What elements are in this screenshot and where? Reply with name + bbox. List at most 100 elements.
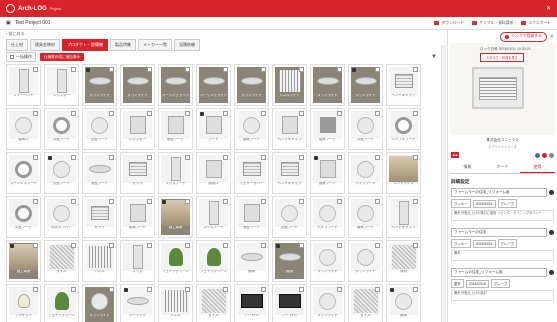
delete-icon[interactable] xyxy=(549,270,554,275)
select-checkbox[interactable] xyxy=(71,111,76,116)
select-checkbox[interactable] xyxy=(71,199,76,204)
select-checkbox[interactable] xyxy=(109,111,114,116)
register-button[interactable]: シックで登録する xyxy=(500,31,547,42)
select-checkbox[interactable] xyxy=(147,67,152,72)
product-card[interactable]: シーリングライト xyxy=(196,64,231,106)
product-card[interactable]: エントランス xyxy=(386,152,421,194)
select-checkbox[interactable] xyxy=(147,199,152,204)
panel-tab-0[interactable]: 情報 xyxy=(450,162,485,173)
select-checkbox[interactable] xyxy=(223,287,228,292)
entry-select-3[interactable]: グレープ xyxy=(490,279,511,288)
select-checkbox[interactable] xyxy=(147,111,152,116)
panel-tab-1[interactable]: ボード xyxy=(485,162,520,173)
tab-4[interactable]: メーカー一覧 xyxy=(138,39,172,51)
product-card[interactable]: 施工事例 xyxy=(158,196,193,238)
select-checkbox[interactable] xyxy=(375,67,380,72)
select-checkbox[interactable] xyxy=(147,155,152,160)
select-checkbox[interactable] xyxy=(299,287,304,292)
select-checkbox[interactable] xyxy=(223,111,228,116)
select-checkbox[interactable] xyxy=(299,199,304,204)
select-checkbox[interactable] xyxy=(337,67,342,72)
product-card[interactable]: 換気口 xyxy=(6,108,41,150)
product-card[interactable]: ブラケット xyxy=(6,284,41,322)
product-card[interactable]: 深型フード xyxy=(82,152,117,194)
product-card[interactable]: タイル xyxy=(196,284,231,322)
product-card[interactable]: ダウンライト xyxy=(310,284,345,322)
product-card[interactable]: 換気フード xyxy=(348,196,383,238)
product-card[interactable]: スリム xyxy=(120,240,155,282)
entry-select-1[interactable]: ラッキー xyxy=(451,199,471,208)
entry-note-field[interactable]: 備考 外壁仕上げの検討に使用 リビング・ダイニングのベント xyxy=(451,210,554,221)
product-card[interactable]: タイル xyxy=(44,240,79,282)
product-card[interactable]: ノートPC xyxy=(234,284,269,322)
product-card[interactable]: 丸型フード xyxy=(44,152,79,194)
product-card[interactable]: レジスター xyxy=(120,108,155,150)
product-card[interactable]: 床材 xyxy=(386,240,421,282)
select-checkbox[interactable] xyxy=(109,67,114,72)
select-checkbox[interactable] xyxy=(109,243,114,248)
product-card[interactable]: 丸型フード xyxy=(82,108,117,150)
product-card[interactable]: 防火ダンパー xyxy=(44,196,79,238)
product-card[interactable]: 深型フード xyxy=(234,196,269,238)
entry-select-1[interactable]: ラッキー xyxy=(451,239,471,248)
product-card[interactable]: 丸型フード xyxy=(6,196,41,238)
entry-select-3[interactable]: グレープ xyxy=(497,199,517,208)
product-card[interactable]: 換気口 xyxy=(196,152,231,194)
select-checkbox[interactable] xyxy=(299,67,304,72)
product-card[interactable]: パイプフード xyxy=(348,152,383,194)
select-checkbox[interactable] xyxy=(147,287,152,292)
select-checkbox[interactable] xyxy=(261,287,266,292)
select-checkbox[interactable] xyxy=(413,287,418,292)
product-card[interactable]: ガラリ xyxy=(120,152,155,194)
select-checkbox[interactable] xyxy=(299,243,304,248)
product-card[interactable]: ダウンライト xyxy=(120,64,155,106)
select-checkbox[interactable] xyxy=(375,155,380,160)
product-card[interactable]: ダウンライト xyxy=(348,64,383,106)
select-checkbox[interactable] xyxy=(413,199,418,204)
select-checkbox[interactable] xyxy=(375,287,380,292)
product-card[interactable]: ダウンライト xyxy=(348,240,383,282)
entry-name-field[interactable]: ファームラーの住宅 xyxy=(451,228,547,237)
product-card[interactable]: パネル xyxy=(158,284,193,322)
entry-name-field[interactable]: ファームラーの住宅_リフォーム用 xyxy=(451,188,547,197)
select-checkbox[interactable] xyxy=(413,111,418,116)
product-card[interactable]: ベントキャップ xyxy=(386,196,421,238)
product-card[interactable]: ガラリ xyxy=(82,196,117,238)
select-checkbox[interactable] xyxy=(109,287,114,292)
select-checkbox[interactable] xyxy=(109,155,114,160)
select-checkbox[interactable] xyxy=(185,67,190,72)
product-card[interactable]: フード xyxy=(196,108,231,150)
panel-scrollbar[interactable] xyxy=(441,45,446,322)
product-card[interactable]: フェイクグリーン xyxy=(196,240,231,282)
select-checkbox[interactable] xyxy=(413,243,418,248)
product-card[interactable]: パネル xyxy=(82,240,117,282)
product-card[interactable]: ダウンライト xyxy=(310,64,345,106)
product-card[interactable]: 照明 xyxy=(234,240,269,282)
download-action[interactable]: ダウンロード xyxy=(434,20,464,26)
select-checkbox[interactable] xyxy=(33,155,38,160)
product-card[interactable]: 丸型フード xyxy=(44,108,79,150)
select-checkbox[interactable] xyxy=(71,287,76,292)
product-card[interactable]: フェイクグリーン xyxy=(158,240,193,282)
catalog-button[interactable]: カタログ・写真を見る xyxy=(480,53,524,62)
panel-close-icon[interactable]: ✕ xyxy=(550,34,554,40)
close-icon[interactable]: ✕ xyxy=(546,5,551,12)
product-card[interactable]: 施工事例 xyxy=(6,240,41,282)
product-card[interactable]: パネルライト xyxy=(272,64,307,106)
product-card[interactable]: 換気フード xyxy=(310,152,345,194)
spec-badge[interactable]: ■ ■ xyxy=(451,152,460,158)
product-card[interactable]: 照明 xyxy=(272,240,307,282)
select-checkbox[interactable] xyxy=(33,243,38,248)
select-checkbox[interactable] xyxy=(223,243,228,248)
product-card[interactable]: シーリング xyxy=(120,284,155,322)
entry-date-select[interactable]: 2024/02/15 xyxy=(465,279,489,288)
select-checkbox[interactable] xyxy=(337,287,342,292)
tab-5[interactable]: 見積依頼 xyxy=(174,39,200,51)
product-card[interactable]: ステンレスフード xyxy=(6,152,41,194)
select-all-checkbox[interactable]: 一括操作 xyxy=(6,52,36,62)
product-card[interactable]: 照明 xyxy=(386,284,421,322)
product-card[interactable]: ダウンライト xyxy=(234,64,269,106)
select-checkbox[interactable] xyxy=(299,111,304,116)
select-checkbox[interactable] xyxy=(185,199,190,204)
select-checkbox[interactable] xyxy=(375,243,380,248)
